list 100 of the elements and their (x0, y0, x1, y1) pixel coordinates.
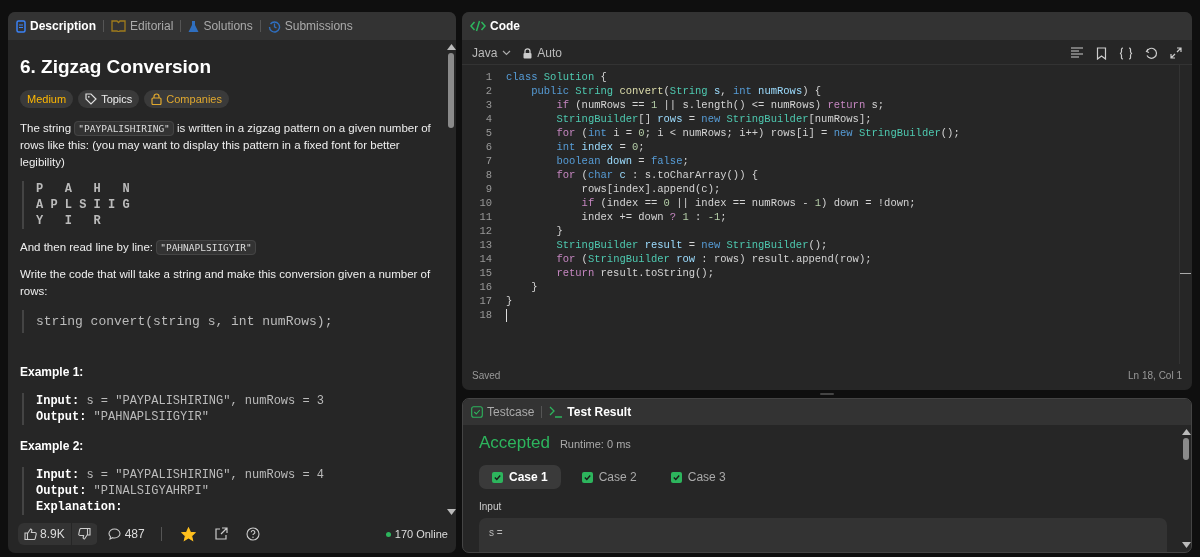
comments-button[interactable]: 487 (105, 525, 147, 543)
language-dropdown[interactable]: Java (470, 46, 514, 60)
code-line: class Solution { (506, 71, 607, 83)
scroll-up-icon[interactable] (1181, 429, 1191, 435)
line-number: 9 (484, 183, 493, 195)
code-line: } (530, 281, 538, 293)
example-line: Output: "PINALSIGYAHRPI" (36, 483, 210, 499)
companies-button[interactable]: Companies (144, 90, 229, 108)
help-icon[interactable] (245, 527, 260, 541)
panel-title: Code (490, 19, 520, 33)
panel-tab[interactable]: Submissions (265, 16, 355, 36)
verdict: Accepted (479, 433, 550, 453)
line-number: 15 (478, 267, 493, 279)
lock-icon (523, 47, 533, 59)
line-number: 5 (484, 127, 493, 139)
text-cursor (506, 308, 507, 322)
line-number: 17 (478, 295, 493, 307)
code-icon (470, 20, 486, 32)
flask-icon (188, 19, 200, 33)
line-number: 11 (478, 211, 493, 223)
task-instruction: Write the code that will take a string and make this conversion given a number of rows: (20, 267, 432, 299)
code-line: StringBuilder[] rows = new StringBuilder[numRows]; (555, 113, 872, 125)
topics-button[interactable]: Topics (78, 90, 140, 108)
zigzag-pattern: P A H N A P L S I I G Y I R (22, 181, 434, 229)
problem-description: The string "PAYPALISHIRING" is written in a zigzag pattern on a given number of rows like this: (you may want to display this pattern in a fixed font for better legibility) (20, 120, 432, 170)
line-number: 7 (484, 155, 493, 167)
online-count: 170 Online (394, 528, 448, 540)
reset-icon[interactable] (1145, 46, 1158, 60)
check-icon (670, 471, 682, 483)
case-tab[interactable]: Case 2 (568, 465, 650, 489)
panel-tab[interactable]: Test Result (547, 402, 634, 422)
code-line: for (char c : s.toCharArray()) { (555, 169, 759, 181)
panel-tab[interactable]: Editorial (109, 16, 176, 36)
code-line: } (555, 225, 563, 237)
example-line: Input: s = "PAYPALISHIRING", numRows = 3 (36, 393, 326, 409)
scroll-down-icon[interactable] (446, 509, 456, 515)
line-number: 18 (478, 309, 493, 321)
line-number: 13 (478, 239, 493, 251)
line-number: 12 (478, 225, 493, 237)
example-line: Input: s = "PAYPALISHIRING", numRows = 4 (36, 467, 326, 483)
bookmark-icon[interactable] (1096, 46, 1107, 60)
code-line: boolean down = false; (555, 155, 689, 167)
difficulty-badge: Medium (20, 90, 74, 108)
input-value: s = (489, 527, 503, 538)
line-number: 14 (478, 253, 493, 265)
code-line: rows[index].append(c); (580, 183, 721, 195)
check-icon (581, 471, 593, 483)
star-icon[interactable] (180, 526, 196, 542)
thumbs-up-icon (24, 528, 37, 540)
example-line: Output: "PAHNAPLSIIGYIR" (36, 409, 210, 425)
code-line: index += down ? 1 : -1; (580, 211, 727, 223)
lock-icon (151, 93, 163, 105)
check-icon (492, 471, 503, 483)
scroll-up-icon[interactable] (446, 44, 456, 50)
checkbox-icon (471, 406, 483, 418)
comment-icon (107, 528, 121, 540)
share-icon[interactable] (213, 527, 228, 541)
example-line: Explanation: (36, 499, 124, 515)
line-number: 2 (484, 85, 493, 97)
scrollbar-thumb[interactable] (448, 53, 454, 128)
document-icon (16, 19, 26, 33)
input-label: Input (479, 501, 503, 512)
code-line: } (506, 295, 513, 307)
panel-tab[interactable]: Description (14, 16, 98, 36)
code-line: public String convert(String s, int numRows) { (530, 85, 822, 97)
panel-tab[interactable]: Solutions (186, 16, 255, 36)
code-line: if (numRows == 1 || s.length() <= numRows) return s; (555, 99, 885, 111)
line-number: 1 (484, 71, 493, 83)
save-status: Saved (472, 369, 501, 381)
code-line: StringBuilder result = new StringBuilder(); (555, 239, 828, 251)
example-title: Example 1: (20, 365, 85, 379)
scrollbar-thumb[interactable] (1183, 438, 1189, 460)
line-number: 4 (484, 113, 493, 125)
example-title: Example 2: (20, 439, 85, 453)
problem-title: 6. Zigzag Conversion (20, 56, 213, 78)
chevron-down-icon (502, 50, 512, 56)
function-signature: string convert(string s, int numRows); (36, 314, 333, 329)
case-tab[interactable]: Case 3 (657, 465, 739, 489)
runtime: Runtime: 0 ms (559, 438, 631, 450)
format-icon[interactable] (1070, 47, 1084, 59)
code-line: if (index == 0 || index == numRows - 1) down = !down; (580, 197, 916, 209)
line-number: 10 (478, 197, 493, 209)
code-line: for (StringBuilder row : rows) result.append(row); (555, 253, 872, 265)
tag-icon (85, 93, 98, 105)
case-tab[interactable]: Case 1 (479, 465, 561, 489)
scroll-down-icon[interactable] (1181, 542, 1191, 548)
line-number: 6 (484, 141, 493, 153)
braces-icon[interactable] (1119, 46, 1133, 60)
auto-mode-button[interactable]: Auto (521, 46, 565, 60)
terminal-icon (549, 406, 564, 418)
panel-tab[interactable]: Testcase (469, 402, 537, 422)
book-icon (111, 20, 126, 32)
history-icon (267, 19, 281, 33)
line-number: 16 (478, 281, 493, 293)
read-instruction: And then read line by line: "PAHNAPLSIIGYIR" (20, 239, 434, 256)
code-line: return result.toString(); (555, 267, 714, 279)
line-number: 8 (484, 169, 493, 181)
expand-icon[interactable] (1170, 47, 1182, 59)
code-line: for (int i = 0; i < numRows; i++) rows[i] = new StringBuilder(); (555, 127, 960, 139)
code-line: int index = 0; (555, 141, 645, 153)
